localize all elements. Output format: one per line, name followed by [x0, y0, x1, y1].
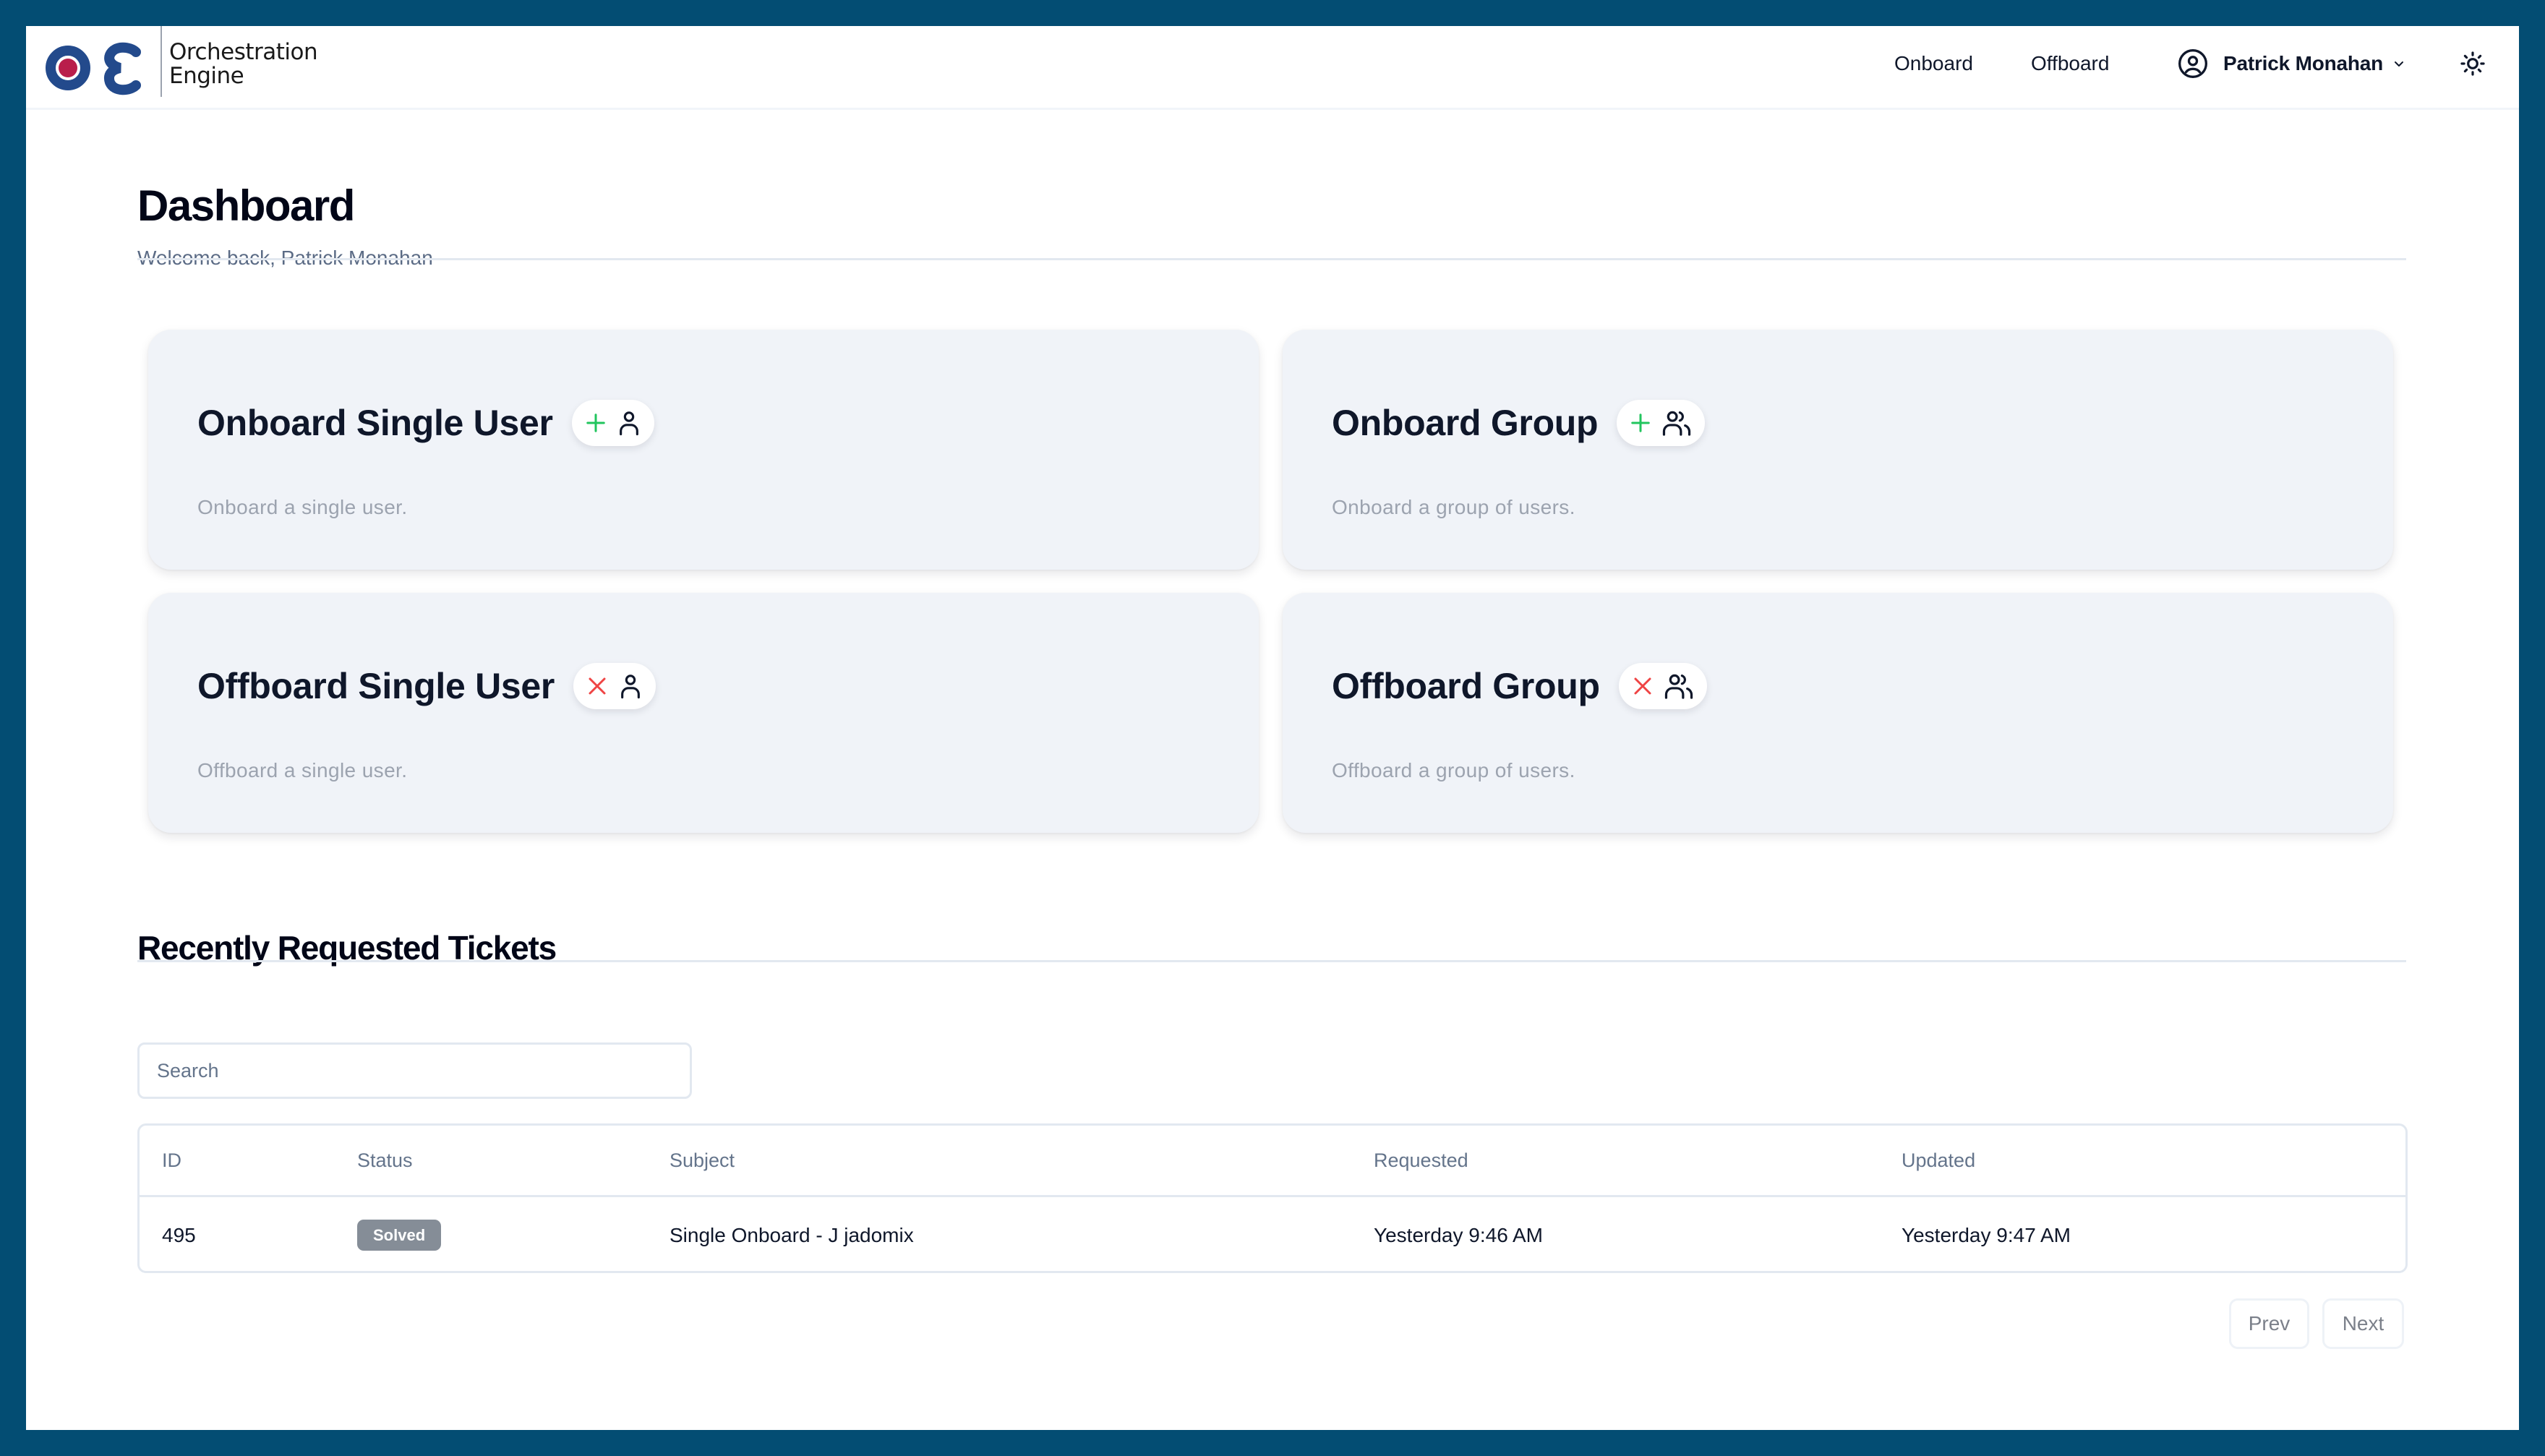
users-icon: [1664, 674, 1693, 699]
logo-line-1: Orchestration: [169, 39, 318, 65]
card-title: Offboard Single User: [197, 666, 555, 706]
table-header-row: ID Status Subject Requested Updated: [140, 1126, 2405, 1197]
logo-line-2: Engine: [169, 63, 244, 89]
status-badge: Solved: [357, 1220, 442, 1251]
card-icon-pill: [573, 663, 656, 709]
tickets-table: ID Status Subject Requested Updated 495 …: [137, 1123, 2408, 1273]
top-navbar: Orchestration Engine Onboard Offboard Pa…: [26, 26, 2519, 110]
x-icon: [589, 677, 606, 695]
sun-icon: [2459, 50, 2486, 77]
ticket-updated: Yesterday 9:47 AM: [1902, 1223, 2071, 1246]
ticket-requested: Yesterday 9:46 AM: [1374, 1223, 1544, 1246]
app-window: Orchestration Engine Onboard Offboard Pa…: [26, 26, 2519, 1430]
card-description: Offboard a group of users.: [1332, 759, 1575, 781]
plus-icon: [1631, 414, 1651, 432]
card-description: Offboard a single user.: [197, 759, 408, 781]
column-header-updated[interactable]: Updated: [1879, 1126, 2405, 1197]
ticket-subject: Single Onboard - J jadomix: [670, 1223, 914, 1246]
user-icon: [621, 675, 640, 699]
logo-divider: [161, 26, 162, 97]
heading-divider: [137, 258, 2406, 260]
onboard-group-card[interactable]: Onboard Group Onboard a group of users.: [1283, 330, 2393, 570]
next-page-button[interactable]: Next: [2322, 1298, 2404, 1349]
action-cards: Onboard Single User Onboard a single use…: [148, 330, 2394, 833]
chevron-down-icon: [2393, 59, 2405, 68]
card-title-row: Onboard Single User: [197, 399, 654, 447]
ticket-search-input[interactable]: [137, 1042, 692, 1099]
logo-text: Orchestration Engine: [169, 39, 318, 89]
card-description: Onboard a group of users.: [1332, 496, 1575, 518]
column-header-subject[interactable]: Subject: [647, 1126, 1351, 1197]
user-circle-icon: [2177, 48, 2209, 80]
card-description: Onboard a single user.: [197, 496, 408, 518]
theme-toggle-button[interactable]: [2458, 49, 2487, 78]
page-title: Dashboard: [137, 181, 355, 230]
offboard-single-user-card[interactable]: Offboard Single User Offboard a single u…: [148, 593, 1259, 833]
user-name: Patrick Monahan: [2223, 52, 2384, 74]
user-icon: [619, 411, 638, 436]
nav-offboard-link[interactable]: Offboard: [2031, 49, 2109, 78]
card-title: Offboard Group: [1332, 666, 1600, 706]
offboard-group-card[interactable]: Offboard Group Offboard a group of users…: [1283, 593, 2393, 833]
prev-page-button[interactable]: Prev: [2229, 1298, 2309, 1349]
users-icon: [1663, 411, 1691, 436]
x-icon: [1634, 677, 1651, 695]
card-title-row: Offboard Group: [1332, 662, 1707, 710]
card-title: Onboard Single User: [197, 403, 553, 443]
logo[interactable]: Orchestration Engine: [45, 26, 334, 108]
column-header-id[interactable]: ID: [140, 1126, 335, 1197]
card-icon-pill: [571, 400, 654, 446]
ticket-id: 495: [162, 1223, 196, 1246]
card-icon-pill: [1618, 663, 1707, 709]
card-title: Onboard Group: [1332, 403, 1599, 443]
oe-logo-icon: [46, 42, 141, 95]
card-icon-pill: [1617, 400, 1706, 446]
onboard-single-user-card[interactable]: Onboard Single User Onboard a single use…: [148, 330, 1259, 570]
plus-icon: [586, 414, 605, 432]
user-menu-dropdown[interactable]: Patrick Monahan: [2177, 46, 2405, 81]
table-row[interactable]: 495 Solved Single Onboard - J jadomix Ye…: [140, 1196, 2405, 1272]
tickets-divider: [137, 960, 2406, 962]
card-title-row: Offboard Single User: [197, 662, 656, 710]
nav-onboard-link[interactable]: Onboard: [1894, 49, 1973, 78]
column-header-status[interactable]: Status: [335, 1126, 647, 1197]
ticket-status-cell: Solved: [335, 1196, 647, 1272]
column-header-requested[interactable]: Requested: [1351, 1126, 1879, 1197]
card-title-row: Onboard Group: [1332, 399, 1706, 447]
